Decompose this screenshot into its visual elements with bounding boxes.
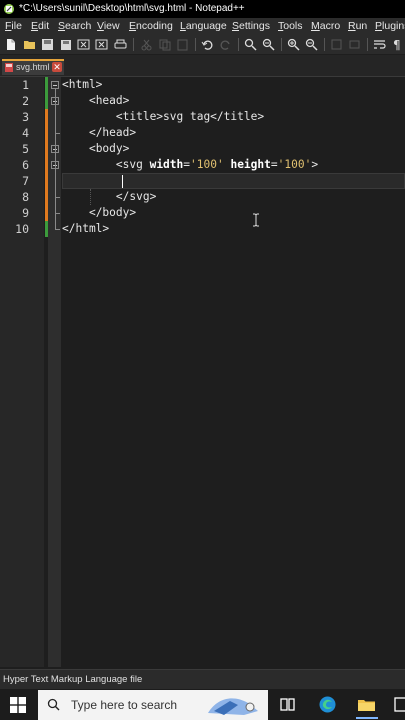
line-number: 5 — [22, 142, 29, 156]
code-line: </svg> — [115, 190, 157, 203]
zoom-out-icon[interactable] — [304, 37, 318, 51]
search-icon — [47, 698, 60, 711]
unsaved-file-icon — [5, 63, 13, 72]
line-number: 10 — [15, 222, 29, 236]
code-text[interactable]: <html> <head> <title>svg tag</title> </h… — [62, 77, 405, 667]
close-all-icon[interactable] — [94, 37, 108, 51]
svg-text:¶: ¶ — [393, 38, 401, 51]
menu-bar: File Edit Search View Encoding Language … — [0, 18, 405, 35]
code-line: </body> — [88, 206, 137, 219]
line-number: 9 — [22, 206, 29, 220]
status-file-type: Hyper Text Markup Language file — [3, 674, 143, 685]
ibeam-cursor-icon — [253, 213, 259, 227]
edge-browser-icon[interactable] — [318, 695, 337, 714]
window-title: *C:\Users\sunil\Desktop\html\svg.html - … — [19, 3, 245, 14]
menu-encoding[interactable]: Encoding — [129, 18, 173, 35]
windows-taskbar: Type here to search — [0, 689, 405, 720]
line-number: 7 — [22, 174, 29, 188]
search-highlight-illustration — [208, 698, 258, 715]
code-line: </head> — [88, 126, 137, 139]
save-all-icon[interactable] — [58, 37, 72, 51]
zoom-in-icon[interactable] — [286, 37, 300, 51]
title-bar: *C:\Users\sunil\Desktop\html\svg.html - … — [0, 0, 405, 18]
fold-toggle-icon[interactable] — [51, 81, 59, 89]
cut-icon[interactable] — [139, 37, 153, 51]
tab-bar: svg.html ✕ — [0, 55, 405, 77]
code-line: <svg width='100' height='100'> — [115, 158, 319, 171]
sync-horizontal-icon[interactable] — [347, 37, 361, 51]
paste-icon[interactable] — [175, 37, 189, 51]
status-bar: Hyper Text Markup Language file — [0, 669, 405, 690]
line-number: 4 — [22, 126, 29, 140]
task-view-icon[interactable] — [278, 695, 297, 714]
line-number: 2 — [22, 94, 29, 108]
print-icon[interactable] — [113, 37, 127, 51]
taskbar-app-icon[interactable] — [393, 695, 405, 714]
menu-file[interactable]: File — [5, 18, 22, 35]
sync-vertical-icon[interactable] — [329, 37, 343, 51]
close-icon[interactable] — [76, 37, 90, 51]
active-app-indicator — [356, 717, 378, 719]
undo-icon[interactable] — [200, 37, 214, 51]
editor-area[interactable]: 1 2 3 4 5 6 7 8 9 10 <html> <head> <titl… — [0, 77, 405, 667]
windows-start-icon[interactable] — [10, 697, 26, 713]
code-line: <head> — [88, 94, 130, 107]
redo-icon[interactable] — [218, 37, 232, 51]
show-all-chars-icon[interactable]: ¶ — [390, 37, 404, 51]
taskbar-search-box[interactable]: Type here to search — [38, 690, 268, 720]
menu-run[interactable]: Run — [348, 18, 367, 35]
tab-svg-html[interactable]: svg.html ✕ — [2, 59, 64, 75]
save-icon[interactable] — [40, 37, 54, 51]
notepadpp-icon — [4, 4, 14, 14]
code-line: <title>svg tag</title> — [115, 110, 265, 123]
line-number: 8 — [22, 190, 29, 204]
menu-edit[interactable]: Edit — [31, 18, 49, 35]
code-line: <body> — [88, 142, 130, 155]
menu-macro[interactable]: Macro — [311, 18, 340, 35]
file-explorer-icon[interactable] — [357, 695, 376, 714]
line-number-gutter: 1 2 3 4 5 6 7 8 9 10 — [0, 77, 44, 667]
menu-tools[interactable]: Tools — [278, 18, 303, 35]
line-number: 6 — [22, 158, 29, 172]
tab-label: svg.html — [16, 62, 50, 72]
copy-icon[interactable] — [157, 37, 171, 51]
line-number: 3 — [22, 110, 29, 124]
line-number: 1 — [22, 78, 29, 92]
menu-plugins[interactable]: Plugins — [375, 18, 405, 35]
code-line: <html> — [62, 78, 103, 91]
word-wrap-icon[interactable] — [372, 37, 386, 51]
text-caret — [122, 175, 123, 188]
find-icon[interactable] — [243, 37, 257, 51]
search-placeholder: Type here to search — [71, 698, 178, 712]
new-file-icon[interactable] — [3, 37, 17, 51]
replace-icon[interactable] — [261, 37, 275, 51]
tab-close-icon[interactable]: ✕ — [52, 62, 62, 72]
menu-language[interactable]: Language — [180, 18, 227, 35]
open-file-icon[interactable] — [22, 37, 36, 51]
menu-search[interactable]: Search — [58, 18, 91, 35]
code-line: </html> — [62, 222, 110, 235]
toolbar: ¶ — [0, 35, 405, 54]
menu-view[interactable]: View — [97, 18, 120, 35]
menu-settings[interactable]: Settings — [232, 18, 270, 35]
